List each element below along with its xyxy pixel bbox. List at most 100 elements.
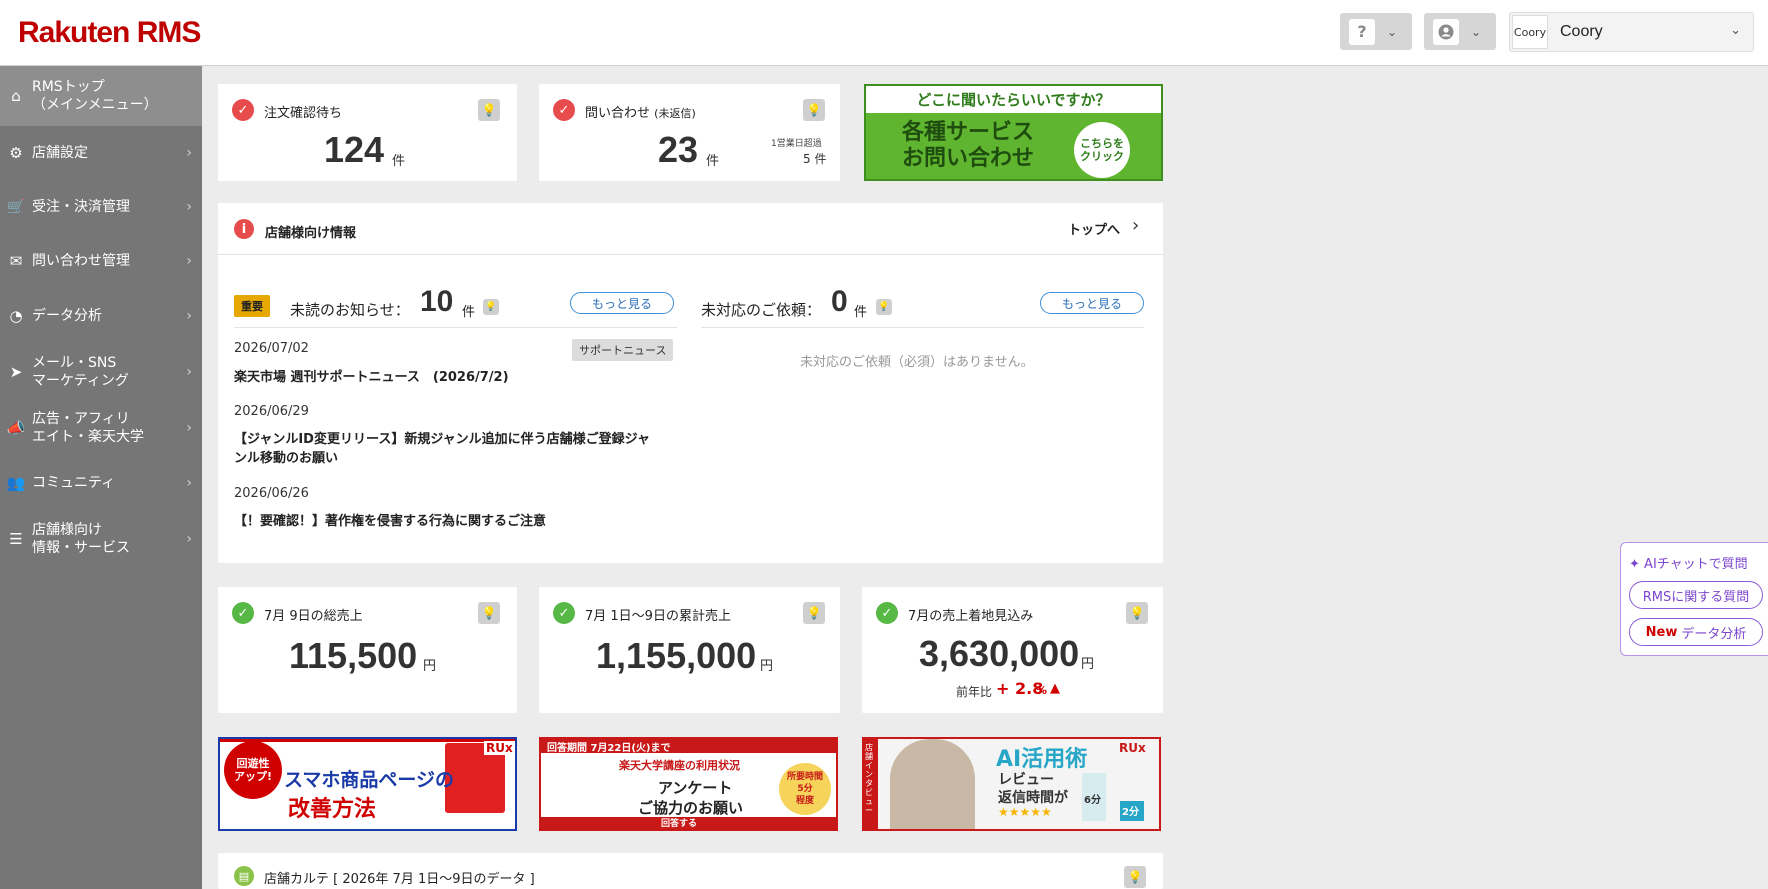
info-panel-title: 店舗様向け情報	[265, 226, 357, 241]
pending-empty-message: 未対応のご依頼（必須）はありません。	[800, 355, 1034, 370]
ai-chat-link[interactable]: ✦ AIチャットで質問	[1629, 553, 1748, 572]
sidebar-item-rms-top[interactable]: ⌂ RMSトップ （メインメニュー）	[0, 66, 202, 126]
account-badge: Coory	[1512, 15, 1548, 49]
ad-banner-survey[interactable]: 回答期間 7月22日(火)まで 楽天大学講座の利用状況 アンケート ご協力のお願…	[539, 737, 838, 831]
pending-more-button[interactable]: もっと見る	[1040, 292, 1144, 314]
hint-icon[interactable]: 💡	[478, 99, 500, 121]
hint-icon[interactable]: 💡	[803, 602, 825, 624]
list-icon: ☰	[9, 530, 23, 548]
sidebar-item-label: 店舗設定	[32, 145, 88, 161]
news-title-link[interactable]: 楽天市場 週刊サポートニュース (2026/7/2)	[234, 368, 509, 387]
sidebar-item-data-analysis[interactable]: ◔ データ分析 ›	[0, 288, 202, 344]
chevron-right-icon: ›	[186, 420, 192, 436]
sidebar-item-mail-sns[interactable]: ➤ メール・SNS マーケティング ›	[0, 344, 202, 400]
send-icon: ➤	[9, 363, 23, 381]
sidebar-item-label: 問い合わせ管理	[32, 253, 130, 269]
sidebar-item-inquiries[interactable]: ✉ 問い合わせ管理 ›	[0, 234, 202, 288]
chevron-right-icon[interactable]: ›	[1132, 215, 1139, 236]
sidebar: ⌂ RMSトップ （メインメニュー） ⚙ 店舗設定 › 🛒 受注・決済管理 › …	[0, 66, 202, 889]
projected-sales-card[interactable]: ✓ 7月の売上着地見込み 💡 3,630,000 円 前年比 + 2.8 % ▲	[862, 587, 1163, 713]
ad-line2: 改善方法	[288, 797, 377, 822]
sidebar-item-store-info[interactable]: ☰ 店舗様向け 情報・サービス ›	[0, 510, 202, 568]
unit-label: 円	[1081, 657, 1095, 672]
new-tag: New	[1645, 624, 1678, 640]
check-icon: ✓	[553, 602, 575, 624]
news-date: 2026/06/29	[234, 404, 309, 419]
sidebar-item-store-settings[interactable]: ⚙ 店舗設定 ›	[0, 126, 202, 180]
inquiries-card[interactable]: ✓ 問い合わせ (未返信) 💡 23 件 1営業日超過 5 件	[539, 84, 840, 181]
store-info-panel: i 店舗様向け情報 トップへ › 重要 未読のお知らせ： 10 件 💡 もっと見…	[218, 203, 1163, 563]
top-link[interactable]: トップへ	[1068, 219, 1120, 238]
store-karte-card[interactable]: ▤ 店舗カルテ [ 2026年 7月 1日〜9日のデータ ] 💡	[218, 853, 1163, 889]
chevron-right-icon: ›	[186, 308, 192, 324]
service-inquiry-banner[interactable]: どこに聞いたらいいですか？ 各種サービス お問い合わせ こちらを クリック	[864, 84, 1163, 181]
unit-label: 件	[392, 154, 406, 169]
data-analysis-button[interactable]: New データ分析	[1629, 618, 1763, 646]
pending-count: 0	[831, 285, 848, 318]
rux-tag: RUx	[484, 741, 515, 755]
ad-line1: スマホ商品ページの	[284, 769, 455, 791]
sidebar-item-orders[interactable]: 🛒 受注・決済管理 ›	[0, 180, 202, 234]
yoy-label: 前年比	[956, 685, 993, 699]
banner-main-text: 各種サービス お問い合わせ	[902, 120, 1035, 171]
news-title-link[interactable]: 【ジャンルID変更リリース】新規ジャンル追加に伴う店舗様ご登録ジャ ンル移動のお…	[234, 430, 650, 468]
sidebar-item-ads[interactable]: 📣 広告・アフィリ エイト・楽天大学 ›	[0, 400, 202, 456]
news-date: 2026/07/02	[234, 341, 309, 356]
help-icon: ?	[1349, 18, 1375, 45]
hint-icon[interactable]: 💡	[876, 299, 892, 315]
star-rating-icon: ★★★★★	[998, 805, 1052, 819]
rakuten-rms-logo[interactable]: Rakuten RMS	[18, 16, 201, 50]
account-selector[interactable]: Coory Coory ⌄	[1509, 12, 1754, 52]
sales-value: 1,155,000	[596, 635, 757, 676]
orders-count: 124	[324, 129, 385, 170]
unread-more-button[interactable]: もっと見る	[570, 292, 674, 314]
card-title: 問い合わせ (未返信)	[585, 102, 696, 121]
hint-icon[interactable]: 💡	[1124, 866, 1146, 888]
news-title-link[interactable]: 【！要確認！】著作権を侵害する行為に関するご注意	[234, 512, 546, 531]
card-title: 7月の売上着地見込み	[908, 609, 1034, 624]
ad-badge: 回遊性 アップ!	[224, 741, 282, 799]
card-title: 7月 1日〜9日の累計売上	[585, 609, 731, 624]
ai-chat-panel: ✦ AIチャットで質問 RMSに関する質問 New データ分析	[1620, 542, 1768, 656]
chevron-right-icon: ›	[186, 145, 192, 161]
document-icon: ▤	[234, 866, 254, 886]
hint-icon[interactable]: 💡	[483, 299, 499, 315]
user-menu-button[interactable]: ⌄	[1424, 13, 1496, 50]
sales-value: 115,500	[289, 635, 418, 676]
ad-before: 6分	[1084, 795, 1101, 806]
ad-banner-smartphone[interactable]: 回遊性 アップ! RUx スマホ商品ページの 改善方法	[218, 737, 517, 831]
chevron-right-icon: ›	[186, 475, 192, 491]
cumulative-sales-card[interactable]: ✓ 7月 1日〜9日の累計売上 💡 1,155,000 円	[539, 587, 840, 713]
sidebar-item-label: メール・SNS マーケティング	[32, 355, 129, 389]
ad-after: 2分	[1122, 807, 1139, 818]
megaphone-icon: 📣	[6, 419, 26, 437]
check-icon: ✓	[553, 99, 575, 121]
unread-count: 10	[420, 285, 454, 318]
up-arrow-icon: ▲	[1050, 681, 1060, 696]
info-panel-header: i 店舗様向け情報 トップへ ›	[218, 203, 1163, 255]
cart-icon: 🛒	[6, 198, 26, 216]
data-analysis-label: データ分析	[1681, 626, 1747, 642]
check-icon: ✓	[876, 602, 898, 624]
ad-banner-ai[interactable]: 店舗インタビュー AI活用術 RUx レビュー 返信時間が ★★★★★ 6分 2…	[862, 737, 1161, 831]
orders-pending-card[interactable]: ✓ 注文確認待ち 💡 124 件	[218, 84, 517, 181]
unit-label: 件	[706, 154, 720, 169]
ad-top-stripe	[220, 739, 515, 742]
sidebar-item-community[interactable]: 👥 コミュニティ ›	[0, 456, 202, 510]
chevron-down-icon: ⌄	[1730, 23, 1741, 38]
daily-sales-card[interactable]: ✓ 7月 9日の総売上 💡 115,500 円	[218, 587, 517, 713]
unit-label: 円	[760, 659, 774, 674]
unit-label: 件	[462, 305, 476, 320]
hint-icon[interactable]: 💡	[478, 602, 500, 624]
ad-side-label: 店舗インタビュー	[865, 743, 873, 815]
ai-chat-label: AIチャットで質問	[1644, 557, 1748, 572]
help-menu-button[interactable]: ? ⌄	[1340, 13, 1412, 50]
hint-icon[interactable]: 💡	[1126, 602, 1148, 624]
ad-main1: アンケート	[658, 779, 733, 797]
banner-question: どこに聞いたらいいですか？	[866, 86, 1161, 113]
hint-icon[interactable]: 💡	[803, 99, 825, 121]
top-header: Rakuten RMS ? ⌄ ⌄ Coory Coory ⌄	[0, 0, 1768, 66]
news-date: 2026/06/26	[234, 486, 309, 501]
ad-time-badge: 所要時間 5分 程度	[779, 763, 831, 815]
rms-question-button[interactable]: RMSに関する質問	[1629, 581, 1763, 609]
